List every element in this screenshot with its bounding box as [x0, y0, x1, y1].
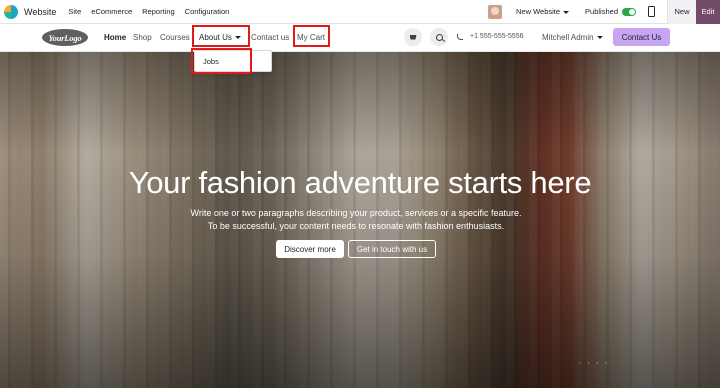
- nav-courses[interactable]: Courses: [160, 33, 190, 42]
- site-logo-text: YourLogo: [48, 32, 82, 43]
- nav-home[interactable]: Home: [104, 33, 126, 42]
- hero-section: Your fashion adventure starts here Write…: [0, 52, 720, 388]
- search-icon: [435, 33, 443, 41]
- hero-paragraph-line-1: Write one or two paragraphs describing y…: [190, 208, 522, 218]
- menu-configuration[interactable]: Configuration: [185, 7, 230, 16]
- chevron-down-icon: [563, 10, 570, 14]
- admin-menu: Site eCommerce Reporting Configuration: [68, 7, 239, 16]
- highlight-my-cart: [293, 25, 330, 47]
- user-menu-label: Mitchell Admin: [542, 33, 594, 42]
- published-label: Published: [585, 7, 618, 16]
- search-button[interactable]: [430, 28, 448, 46]
- admin-right-controls: New Website Published New Edit: [488, 0, 720, 24]
- site-logo[interactable]: YourLogo: [42, 29, 88, 46]
- chevron-down-icon: [596, 36, 603, 40]
- nav-contact-us[interactable]: Contact us: [251, 33, 289, 42]
- user-avatar[interactable]: [488, 4, 502, 19]
- phone-icon: [457, 34, 463, 40]
- discover-more-button[interactable]: Discover more: [276, 240, 344, 258]
- menu-site[interactable]: Site: [68, 7, 81, 16]
- menu-ecommerce[interactable]: eCommerce: [91, 7, 132, 16]
- app-name: Website: [24, 6, 57, 17]
- odoo-admin-bar: Website Site eCommerce Reporting Configu…: [0, 0, 720, 24]
- phone-number[interactable]: +1 555-555-5556: [470, 33, 524, 40]
- new-button[interactable]: New: [667, 0, 696, 24]
- watermark: · · · ·: [578, 357, 609, 369]
- app-brand[interactable]: Website: [4, 0, 56, 24]
- website-navbar: YourLogo Home Shop Courses About Us Cont…: [0, 24, 720, 52]
- published-toggle[interactable]: [622, 7, 636, 16]
- cart-icon: [409, 34, 417, 40]
- mobile-preview-icon[interactable]: [648, 6, 655, 17]
- get-in-touch-button[interactable]: Get in touch with us: [348, 240, 436, 258]
- menu-reporting[interactable]: Reporting: [142, 7, 175, 16]
- cart-button[interactable]: [404, 28, 422, 46]
- highlight-jobs: [191, 48, 252, 74]
- contact-us-button[interactable]: Contact Us: [613, 28, 670, 46]
- edit-button[interactable]: Edit: [696, 0, 720, 24]
- hero-overlay: [0, 52, 720, 388]
- website-app-icon: [4, 4, 18, 19]
- hero-paragraph-line-2: To be successful, your content needs to …: [207, 221, 505, 231]
- nav-shop[interactable]: Shop: [133, 33, 152, 42]
- user-menu[interactable]: Mitchell Admin: [542, 33, 603, 42]
- hero-title: Your fashion adventure starts here: [128, 165, 592, 200]
- website-switcher-label: New Website: [516, 7, 561, 16]
- highlight-about-us: [192, 25, 250, 47]
- website-switcher[interactable]: New Website: [516, 7, 570, 16]
